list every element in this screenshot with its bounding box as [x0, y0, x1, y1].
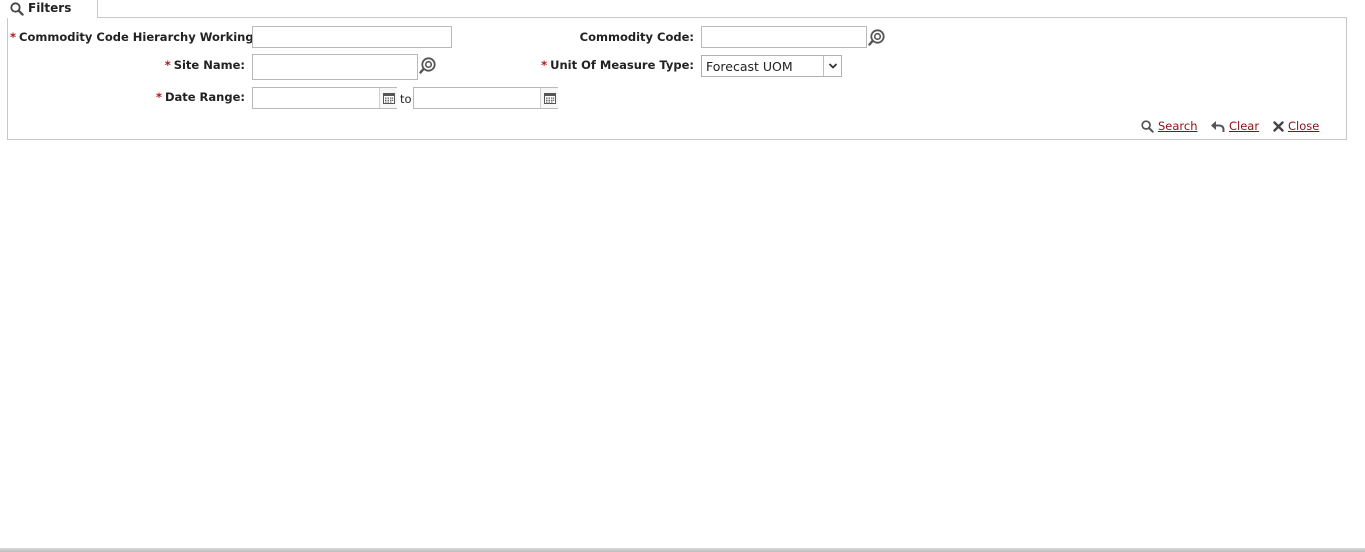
required-marker: *	[164, 58, 171, 72]
close-button[interactable]: Close	[1273, 118, 1319, 134]
filters-page: Filters * Commodity Code Hierarchy Workin…	[0, 0, 1365, 552]
uom-type-label-text: Unit Of Measure Type:	[550, 58, 694, 72]
uom-type-label: * Unit Of Measure Type:	[540, 58, 694, 72]
date-range-label-text: Date Range:	[164, 90, 245, 104]
commodity-hierarchy-label: * Commodity Code Hierarchy Working Level:	[10, 30, 297, 44]
date-to-input[interactable]	[413, 87, 558, 109]
commodity-code-label: Commodity Code:	[579, 30, 694, 44]
chevron-down-icon	[828, 63, 837, 69]
search-button[interactable]: Search	[1141, 118, 1198, 134]
filters-tab[interactable]: Filters	[0, 0, 98, 17]
lookup-icon[interactable]	[419, 56, 437, 74]
date-range-separator: to	[400, 92, 412, 106]
undo-icon	[1211, 120, 1225, 132]
uom-type-selected-value: Forecast UOM	[706, 59, 793, 74]
date-from-input[interactable]	[252, 87, 397, 109]
date-to-field	[413, 87, 558, 109]
calendar-icon	[543, 93, 556, 104]
search-button-label: Search	[1158, 119, 1198, 133]
search-icon	[10, 2, 24, 16]
required-marker: *	[541, 58, 548, 72]
site-name-label: * Site Name:	[10, 58, 245, 72]
date-from-field	[252, 87, 397, 109]
filters-tab-label: Filters	[28, 1, 72, 15]
required-marker: *	[10, 30, 17, 44]
uom-type-select[interactable]: Forecast UOM	[701, 55, 842, 77]
lookup-icon[interactable]	[868, 28, 886, 46]
tab-join	[7, 17, 97, 18]
site-name-input[interactable]	[252, 54, 418, 80]
window-bottom-edge	[0, 548, 1365, 552]
close-button-label: Close	[1288, 119, 1320, 133]
dropdown-arrow[interactable]	[823, 56, 841, 76]
date-from-calendar-button[interactable]	[379, 88, 397, 108]
clear-button[interactable]: Clear	[1210, 118, 1259, 134]
site-name-label-text: Site Name:	[173, 58, 245, 72]
commodity-code-input[interactable]	[701, 26, 867, 48]
calendar-icon	[382, 93, 395, 104]
clear-button-label: Clear	[1229, 119, 1260, 133]
close-icon	[1273, 120, 1284, 132]
search-icon	[1141, 119, 1154, 133]
commodity-hierarchy-input[interactable]	[252, 26, 452, 48]
required-marker: *	[155, 90, 162, 104]
date-range-label: * Date Range:	[10, 90, 245, 104]
date-to-calendar-button[interactable]	[540, 88, 558, 108]
